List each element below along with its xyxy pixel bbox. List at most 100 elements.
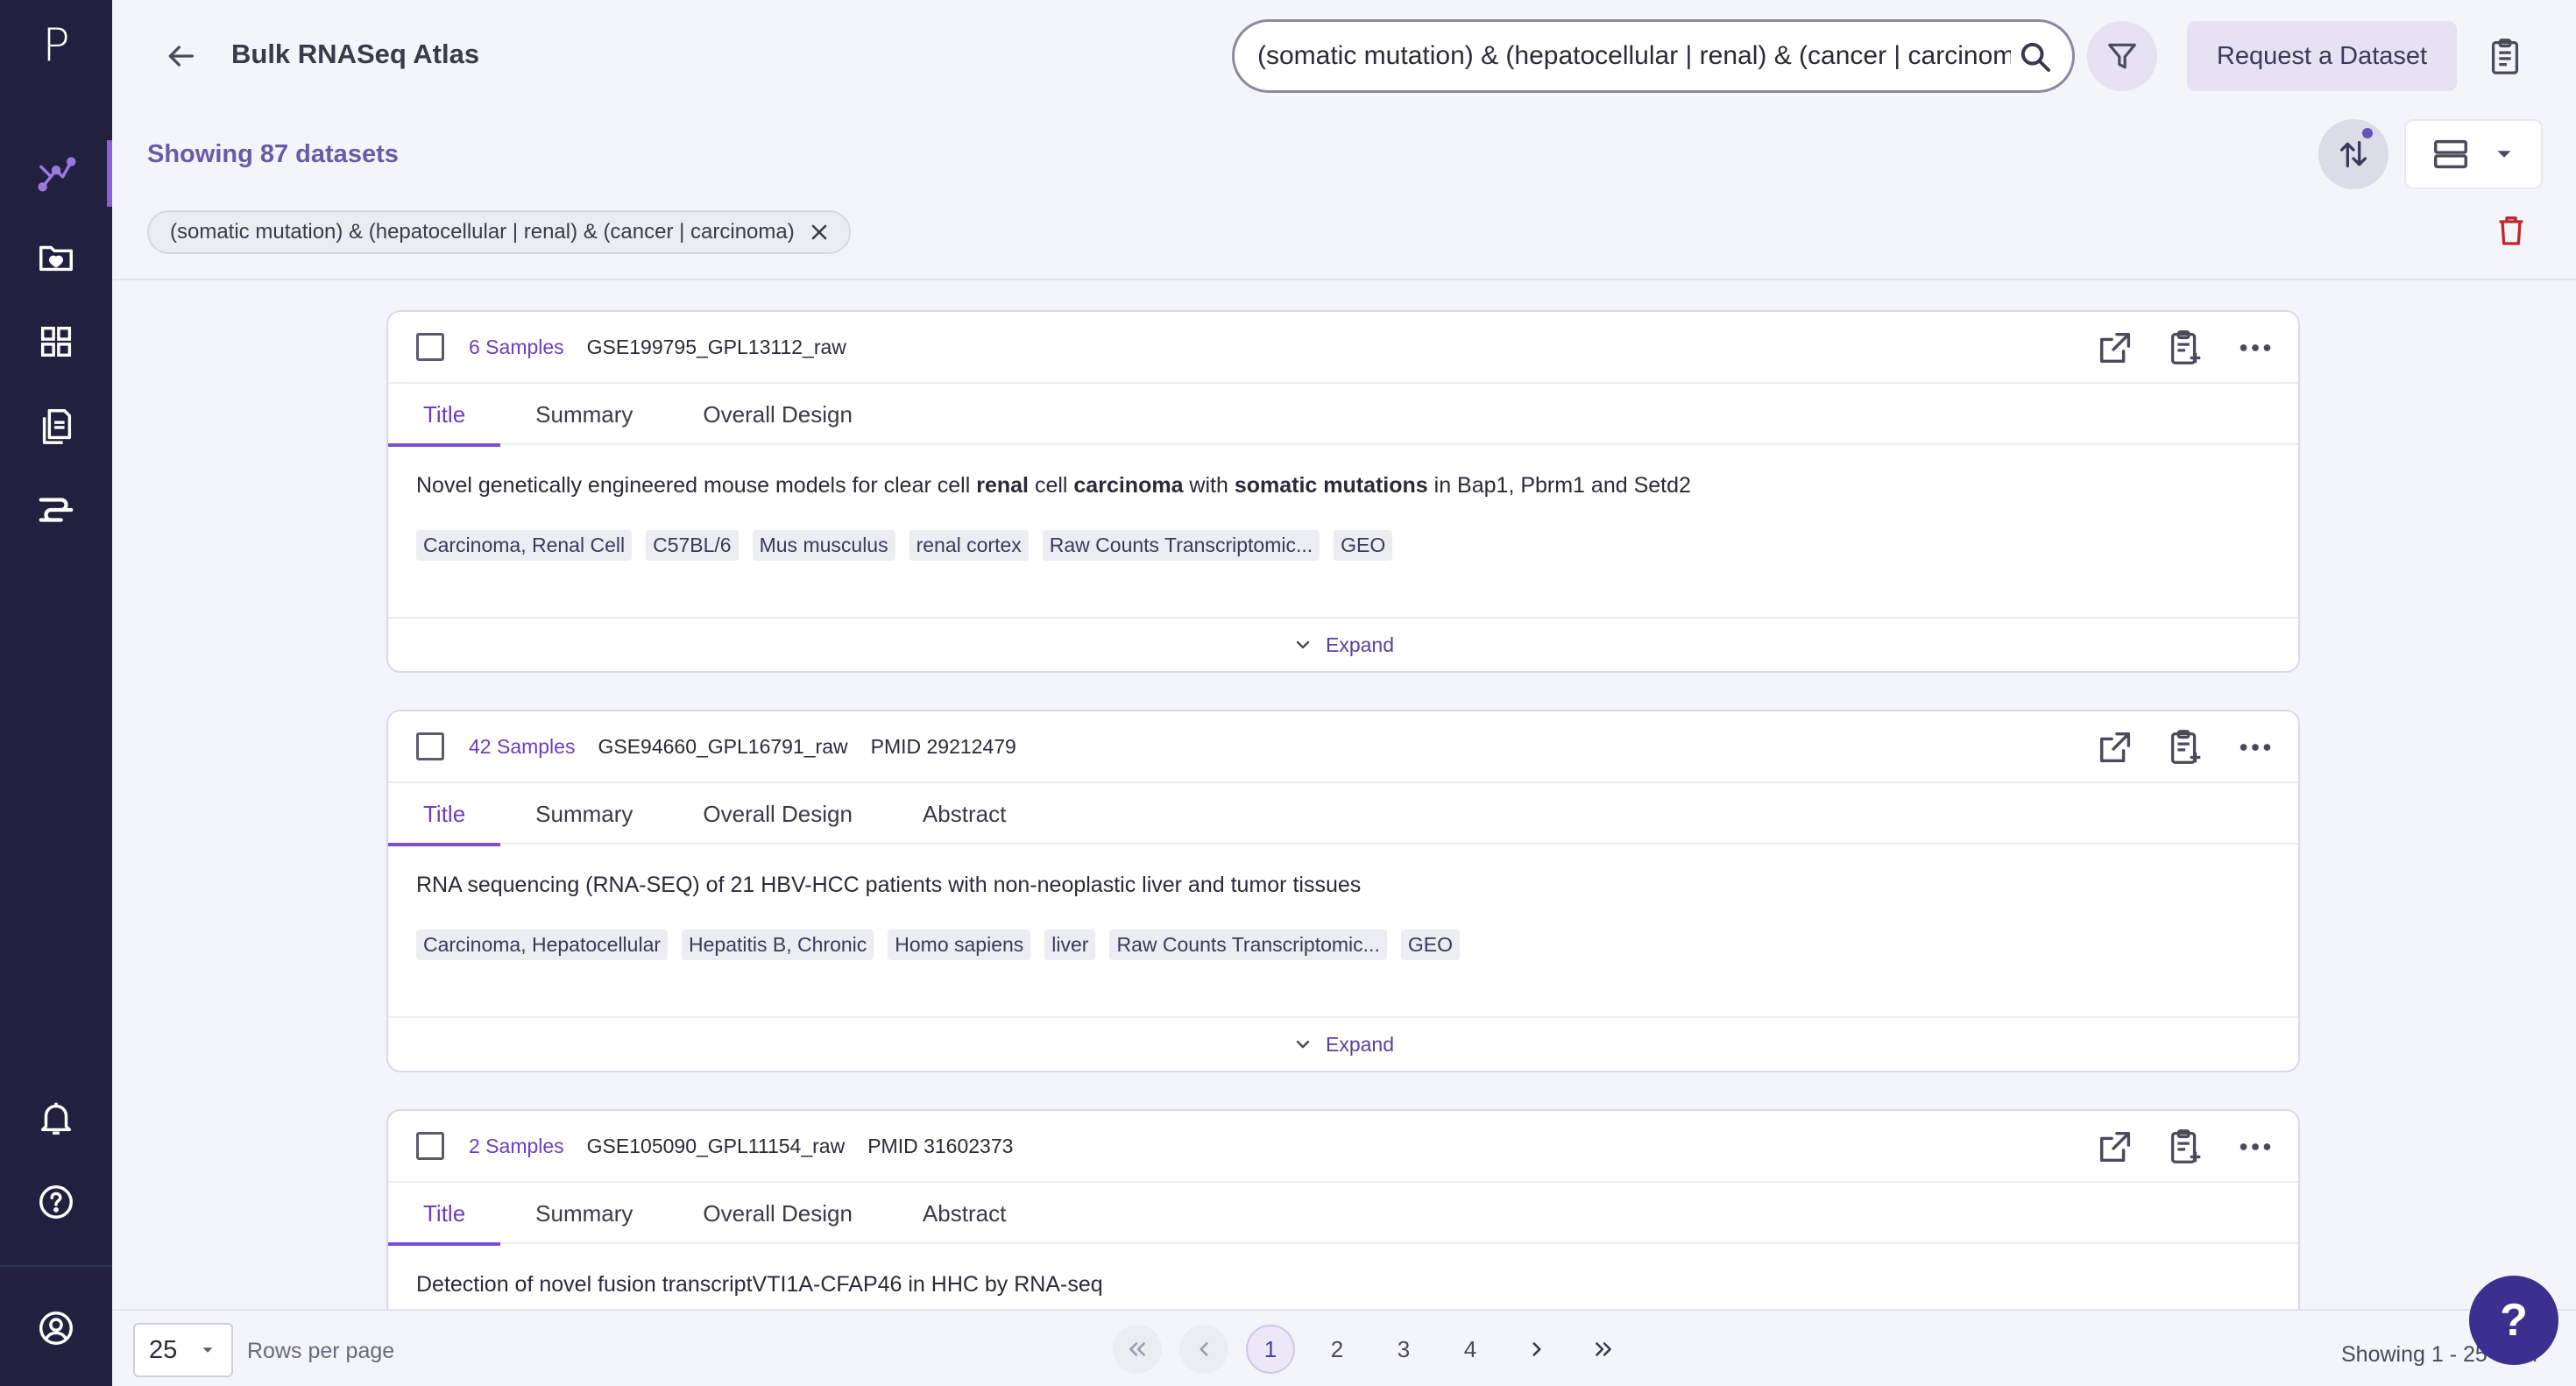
- open-external-icon[interactable]: [2095, 727, 2135, 767]
- tab-summary[interactable]: Summary: [500, 1183, 668, 1244]
- chevron-right-icon: [1532, 1342, 1541, 1356]
- tab-summary[interactable]: Summary: [500, 783, 668, 845]
- more-options-icon[interactable]: [2235, 1127, 2275, 1167]
- tab-abstract[interactable]: Abstract: [888, 1183, 1041, 1244]
- tag-list: Carcinoma, Hepatocellular Hepatitis B, C…: [388, 898, 2298, 960]
- open-external-icon[interactable]: [2095, 328, 2135, 368]
- tag-disease[interactable]: Hepatitis B, Chronic: [682, 930, 874, 960]
- list-view-icon: [2433, 139, 2467, 169]
- card-header: 2 Samples GSE105090_GPL11154_raw PMID 31…: [388, 1111, 2298, 1183]
- select-checkbox[interactable]: [416, 333, 444, 361]
- chevron-left-icon: [1200, 1342, 1208, 1356]
- tab-title[interactable]: Title: [388, 384, 501, 447]
- more-options-icon[interactable]: [2235, 328, 2275, 368]
- search-icon[interactable]: [2018, 39, 2053, 74]
- sidebar-item-workflows[interactable]: [0, 138, 112, 209]
- page-header: Bulk RNASeq Atlas (somatic mutation) & (…: [112, 0, 2576, 280]
- back-button[interactable]: [158, 33, 203, 79]
- tag-tissue[interactable]: liver: [1044, 930, 1096, 960]
- accession-id: GSE199795_GPL13112_raw: [586, 335, 846, 358]
- card-header: 42 Samples GSE94660_GPL16791_raw PMID 29…: [388, 711, 2298, 783]
- prev-page-button[interactable]: [1179, 1325, 1228, 1374]
- card-tabs: Title Summary Overall Design: [388, 384, 2298, 447]
- search-input-value: (somatic mutation) & (hepatocellular | r…: [1257, 41, 2011, 70]
- rows-per-page-value: 25: [149, 1335, 178, 1364]
- title-highlight: somatic mutations: [1234, 473, 1428, 498]
- expand-button[interactable]: Expand: [388, 1016, 2298, 1071]
- title-segment: cell: [1029, 473, 1074, 498]
- add-to-clipboard-icon[interactable]: [2165, 727, 2205, 767]
- tag-data-type[interactable]: Raw Counts Transcriptomic...: [1109, 930, 1387, 960]
- filter-button[interactable]: [2087, 21, 2157, 91]
- page-button-1[interactable]: 1: [1246, 1325, 1295, 1374]
- sidebar-item-help[interactable]: [0, 1167, 112, 1237]
- samples-link[interactable]: 6 Samples: [469, 336, 564, 359]
- first-page-button[interactable]: [1113, 1325, 1162, 1374]
- add-to-clipboard-icon[interactable]: [2165, 1127, 2205, 1167]
- arrow-left-icon: [168, 46, 194, 67]
- tag-source[interactable]: GEO: [1334, 530, 1393, 561]
- tab-title[interactable]: Title: [388, 783, 501, 846]
- sidebar-item-apps[interactable]: [0, 307, 112, 377]
- last-page-button[interactable]: [1579, 1325, 1628, 1374]
- tag-data-type[interactable]: Raw Counts Transcriptomic...: [1042, 530, 1320, 561]
- sidebar-item-documents[interactable]: [0, 391, 112, 461]
- sidebar-item-profile[interactable]: [0, 1293, 112, 1363]
- trash-icon[interactable]: [2494, 210, 2529, 251]
- samples-link[interactable]: 42 Samples: [469, 735, 575, 759]
- expand-label: Expand: [1325, 1032, 1394, 1056]
- tab-overall-design[interactable]: Overall Design: [668, 384, 888, 445]
- dataset-title: Detection of novel fusion transcriptVTI1…: [388, 1244, 2298, 1298]
- sort-button[interactable]: [2318, 119, 2388, 189]
- open-external-icon[interactable]: [2095, 1127, 2135, 1167]
- tab-overall-design[interactable]: Overall Design: [668, 783, 888, 845]
- more-options-icon[interactable]: [2235, 727, 2275, 767]
- rows-per-page-select[interactable]: 25: [133, 1323, 233, 1377]
- expand-button[interactable]: Expand: [388, 617, 2298, 671]
- view-mode-select[interactable]: [2404, 119, 2543, 189]
- query-chip[interactable]: (somatic mutation) & (hepatocellular | r…: [147, 210, 851, 254]
- samples-link[interactable]: 2 Samples: [469, 1135, 564, 1158]
- tag-disease[interactable]: Carcinoma, Hepatocellular: [416, 930, 669, 960]
- dataset-card: 2 Samples GSE105090_GPL11154_raw PMID 31…: [386, 1109, 2300, 1309]
- request-dataset-button[interactable]: Request a Dataset: [2187, 21, 2457, 91]
- pmid: PMID 31602373: [867, 1134, 1014, 1157]
- chevrons-left-icon: [1129, 1342, 1145, 1356]
- sidebar-item-pipelines[interactable]: [0, 475, 112, 545]
- grid-icon: [40, 326, 72, 357]
- select-checkbox[interactable]: [416, 732, 444, 760]
- tab-abstract[interactable]: Abstract: [888, 783, 1041, 845]
- sidebar: P: [0, 0, 112, 1386]
- bell-icon: [40, 1102, 72, 1135]
- tag-organism[interactable]: Mus musculus: [752, 530, 895, 561]
- clipboard-icon[interactable]: [2485, 33, 2525, 79]
- tag-strain[interactable]: C57BL/6: [646, 530, 739, 561]
- rows-per-page-label: Rows per page: [247, 1339, 395, 1363]
- dataset-title: RNA sequencing (RNA-SEQ) of 21 HBV-HCC p…: [388, 845, 2298, 898]
- close-icon[interactable]: [809, 222, 830, 243]
- chevron-down-icon: [1296, 640, 1310, 649]
- help-chat-button[interactable]: ?: [2469, 1276, 2558, 1365]
- page-button-2[interactable]: 2: [1313, 1325, 1362, 1374]
- chevron-down-icon: [2497, 151, 2510, 158]
- tag-source[interactable]: GEO: [1400, 930, 1460, 960]
- page-button-4[interactable]: 4: [1446, 1325, 1495, 1374]
- next-page-button[interactable]: [1512, 1325, 1561, 1374]
- sidebar-item-notifications[interactable]: [0, 1083, 112, 1153]
- title-highlight: renal: [976, 473, 1029, 498]
- tag-tissue[interactable]: renal cortex: [909, 530, 1029, 561]
- tab-title[interactable]: Title: [388, 1183, 501, 1246]
- tag-disease[interactable]: Carcinoma, Renal Cell: [416, 530, 633, 561]
- select-checkbox[interactable]: [416, 1132, 444, 1160]
- app-logo[interactable]: P: [0, 19, 112, 72]
- sidebar-item-favorites[interactable]: [0, 223, 112, 293]
- chevron-down-icon: [1296, 1040, 1310, 1049]
- pmid: PMID 29212479: [870, 734, 1016, 758]
- tab-summary[interactable]: Summary: [500, 384, 668, 445]
- add-to-clipboard-icon[interactable]: [2165, 328, 2205, 368]
- tab-overall-design[interactable]: Overall Design: [668, 1183, 888, 1244]
- tag-organism[interactable]: Homo sapiens: [888, 930, 1031, 960]
- search-input[interactable]: (somatic mutation) & (hepatocellular | r…: [1232, 19, 2075, 93]
- page-button-3[interactable]: 3: [1379, 1325, 1428, 1374]
- dataset-title: Novel genetically engineered mouse model…: [388, 445, 2298, 499]
